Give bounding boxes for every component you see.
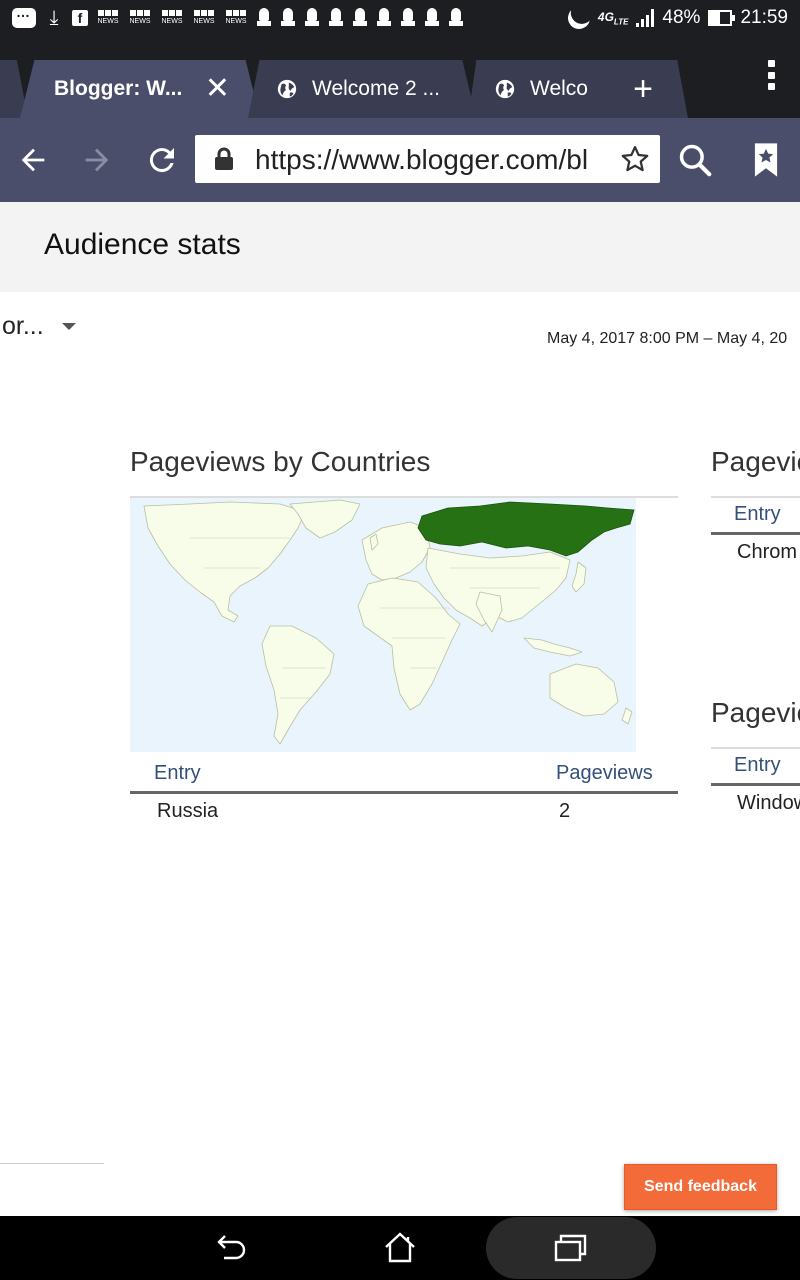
chevron-down-icon [61, 323, 76, 330]
russia-highlight [417, 501, 635, 557]
browser-toolbar: https://www.blogger.com/bl [0, 118, 800, 202]
close-icon[interactable]: ✕ [205, 74, 230, 104]
table-cell-pageviews: 2 [559, 800, 571, 822]
recent-apps-icon [554, 1234, 587, 1262]
facebook-icon: f [72, 10, 88, 26]
australia [549, 663, 619, 717]
table-cell-entry: Russia [157, 800, 219, 822]
pin-icon [376, 8, 392, 28]
system-navigation-bar [0, 1216, 800, 1280]
battery-icon [708, 10, 736, 26]
forward-arrow-icon [85, 148, 109, 172]
nav-recent-button[interactable] [540, 1226, 600, 1270]
bbc-news-icon: NEWS [160, 8, 184, 28]
bbc-news-icon: NEWS [224, 8, 248, 28]
tab-label: Welco [530, 77, 588, 100]
table-header-divider [711, 783, 800, 786]
lock-icon [215, 147, 233, 170]
pin-icon [328, 8, 344, 28]
view-selector-label: or... [2, 312, 44, 340]
bbc-news-icon: NEWS [128, 8, 152, 28]
nav-home-button[interactable] [370, 1226, 430, 1270]
column-header-pageviews[interactable]: Pageviews [556, 762, 653, 785]
forward-button[interactable] [75, 138, 119, 182]
world-map [130, 498, 636, 752]
battery-percent: 48% [662, 7, 701, 28]
notification-icons: ⤓ f NEWS NEWS NEWS NEWS NEWS [12, 4, 464, 30]
browsers-title: Pagevie [711, 446, 800, 477]
pin-icon [424, 8, 440, 28]
divider [711, 747, 800, 749]
table-cell-entry: Chrom [737, 541, 798, 563]
view-selector[interactable]: or... [2, 312, 76, 341]
globe-icon [277, 79, 297, 99]
world-map-graphic [143, 499, 635, 745]
nav-back-button[interactable] [200, 1226, 260, 1270]
reload-button[interactable] [140, 138, 184, 182]
globe-icon [495, 79, 515, 99]
more-vert-icon[interactable] [768, 60, 776, 90]
bbc-news-icon: NEWS [192, 8, 216, 28]
back-icon [217, 1235, 246, 1260]
new-tab-button[interactable]: + [598, 60, 688, 118]
os-title: Pagevie [711, 697, 800, 728]
divider [711, 496, 800, 498]
japan [571, 561, 587, 593]
column-header-entry[interactable]: Entry [154, 762, 201, 785]
bookmarks-button[interactable] [744, 138, 788, 182]
system-status: 4GLTE 48% 21:59 [568, 4, 788, 32]
moon-icon [564, 3, 594, 33]
indonesia [523, 637, 583, 657]
signal-icon [636, 9, 655, 27]
tab-strip: Blogger: W... ✕ Welcome 2 ... Welco + [0, 36, 800, 118]
table-header-divider [711, 532, 800, 535]
table-cell-entry: Window [737, 792, 800, 814]
url-text[interactable]: https://www.blogger.com/bl [255, 144, 600, 176]
pin-icon [352, 8, 368, 28]
back-button[interactable] [11, 138, 55, 182]
bookmark-icon [754, 143, 778, 177]
new-zealand [621, 707, 633, 725]
date-range: May 4, 2017 8:00 PM – May 4, 20 [547, 330, 788, 347]
search-icon [679, 144, 712, 177]
tab-blogger[interactable]: Blogger: W... ✕ [20, 60, 260, 118]
table-header-divider [130, 791, 678, 794]
pin-icon [280, 8, 296, 28]
divider [0, 1163, 104, 1164]
countries-title: Pageviews by Countries [130, 446, 431, 477]
pin-icon [256, 8, 272, 28]
search-button[interactable] [673, 138, 717, 182]
pin-icon [448, 8, 464, 28]
tab-label: Welcome 2 ... [312, 77, 440, 100]
india [475, 591, 503, 633]
tab-welcome-3[interactable]: Welco [468, 60, 608, 118]
home-icon [385, 1232, 415, 1263]
star-icon[interactable] [620, 144, 650, 174]
south-america [261, 625, 335, 745]
notification-icon [12, 4, 36, 28]
status-bar: ⤓ f NEWS NEWS NEWS NEWS NEWS 4GLTE 48% 2… [0, 0, 800, 36]
pin-icon [304, 8, 320, 28]
column-header-entry[interactable]: Entry [734, 754, 781, 777]
clock: 21:59 [740, 7, 788, 28]
network-type: 4GLTE [597, 9, 629, 27]
greenland [289, 499, 361, 539]
north-america [143, 501, 306, 623]
address-bar[interactable]: https://www.blogger.com/bl [195, 135, 660, 183]
tab-welcome-2[interactable]: Welcome 2 ... [248, 60, 476, 118]
pin-icon [400, 8, 416, 28]
reload-icon [149, 148, 174, 173]
back-arrow-icon [21, 148, 45, 172]
tab-label: Blogger: W... [54, 77, 183, 100]
plus-icon: + [633, 69, 653, 108]
page-header: Audience stats [0, 202, 800, 292]
page-title: Audience stats [44, 228, 241, 261]
column-header-entry[interactable]: Entry [734, 503, 781, 526]
bbc-news-icon: NEWS [96, 8, 120, 28]
download-icon: ⤓ [49, 7, 59, 29]
send-feedback-button[interactable]: Send feedback [624, 1164, 777, 1210]
